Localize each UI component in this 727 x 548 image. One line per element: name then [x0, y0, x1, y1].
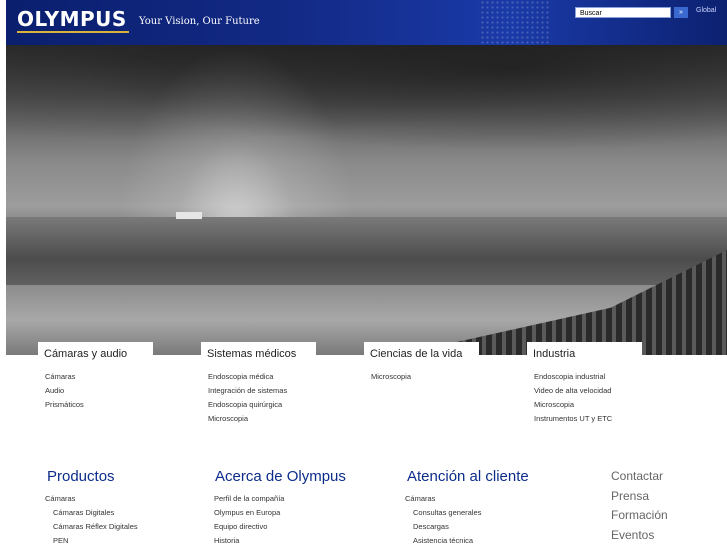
link-contactar[interactable]: Contactar	[611, 467, 668, 487]
footer-link-equipo[interactable]: Equipo directivo	[214, 520, 284, 534]
footer-link-camaras-digitales[interactable]: Cámaras Digitales	[45, 506, 138, 520]
tab-sistemas-medicos[interactable]: Sistemas médicos	[201, 342, 316, 367]
footer-link-pen[interactable]: PEN	[45, 534, 138, 548]
header-bar: OLYMPUS Your Vision, Our Future Buscar »…	[6, 0, 727, 45]
link-integracion-sistemas[interactable]: Integración de sistemas	[208, 384, 287, 398]
camaras-audio-links: Cámaras Audio Prismáticos	[45, 370, 84, 412]
footer-link-europa[interactable]: Olympus en Europa	[214, 506, 284, 520]
footer-link-camaras-reflex[interactable]: Cámaras Réflex Digitales	[45, 520, 138, 534]
footer-link-perfil[interactable]: Perfil de la compañía	[214, 492, 284, 506]
link-microscopia-industria[interactable]: Microscopia	[534, 398, 612, 412]
tab-industria[interactable]: Industria	[527, 342, 642, 367]
footer-side-links: Contactar Prensa Formación Eventos	[611, 467, 668, 545]
footer-link-camaras[interactable]: Cámaras	[45, 492, 138, 506]
sistemas-medicos-links: Endoscopia médica Integración de sistema…	[208, 370, 287, 426]
ciencias-vida-links: Microscopia	[371, 370, 411, 384]
link-eventos[interactable]: Eventos	[611, 526, 668, 546]
link-endoscopia-medica[interactable]: Endoscopia médica	[208, 370, 287, 384]
header-dot-pattern	[480, 0, 550, 45]
footer-atencion-title[interactable]: Atención al cliente	[407, 468, 529, 485]
footer-link-asistencia[interactable]: Asistencia técnica	[405, 534, 481, 548]
olympus-logo[interactable]: OLYMPUS	[17, 9, 127, 29]
logo-underline	[17, 31, 129, 33]
link-prismaticos[interactable]: Prismáticos	[45, 398, 84, 412]
footer-productos-links: Cámaras Cámaras Digitales Cámaras Réflex…	[45, 492, 138, 548]
footer-link-camaras-soporte[interactable]: Cámaras	[405, 492, 481, 506]
link-microscopia-medica[interactable]: Microscopia	[208, 412, 287, 426]
global-link[interactable]: Global	[696, 7, 716, 14]
hero-image	[6, 45, 727, 355]
hero-clouds	[6, 45, 727, 165]
tagline: Your Vision, Our Future	[139, 16, 260, 27]
hero-sea	[6, 217, 727, 287]
link-prensa[interactable]: Prensa	[611, 487, 668, 507]
link-audio[interactable]: Audio	[45, 384, 84, 398]
link-instrumentos-ut[interactable]: Instrumentos UT y ETC	[534, 412, 612, 426]
hero-ship	[176, 212, 202, 219]
search-button[interactable]: »	[674, 7, 688, 18]
footer-acerca-title[interactable]: Acerca de Olympus	[215, 468, 346, 485]
footer-acerca-links: Perfil de la compañía Olympus en Europa …	[214, 492, 284, 548]
link-formacion[interactable]: Formación	[611, 506, 668, 526]
link-endoscopia-industrial[interactable]: Endoscopia industrial	[534, 370, 612, 384]
tab-camaras-audio[interactable]: Cámaras y audio	[38, 342, 153, 367]
industria-links: Endoscopia industrial Video de alta velo…	[534, 370, 612, 426]
search-input[interactable]: Buscar	[575, 7, 671, 18]
link-camaras[interactable]: Cámaras	[45, 370, 84, 384]
tab-ciencias-vida[interactable]: Ciencias de la vida	[364, 342, 479, 367]
link-microscopia-vida[interactable]: Microscopia	[371, 370, 411, 384]
footer-link-consultas[interactable]: Consultas generales	[405, 506, 481, 520]
footer-productos-title[interactable]: Productos	[47, 468, 115, 485]
link-endoscopia-quirurgica[interactable]: Endoscopia quirúrgica	[208, 398, 287, 412]
footer-atencion-links: Cámaras Consultas generales Descargas As…	[405, 492, 481, 548]
link-video-alta-velocidad[interactable]: Video de alta velocidad	[534, 384, 612, 398]
footer-link-descargas[interactable]: Descargas	[405, 520, 481, 534]
footer-link-historia[interactable]: Historia	[214, 534, 284, 548]
